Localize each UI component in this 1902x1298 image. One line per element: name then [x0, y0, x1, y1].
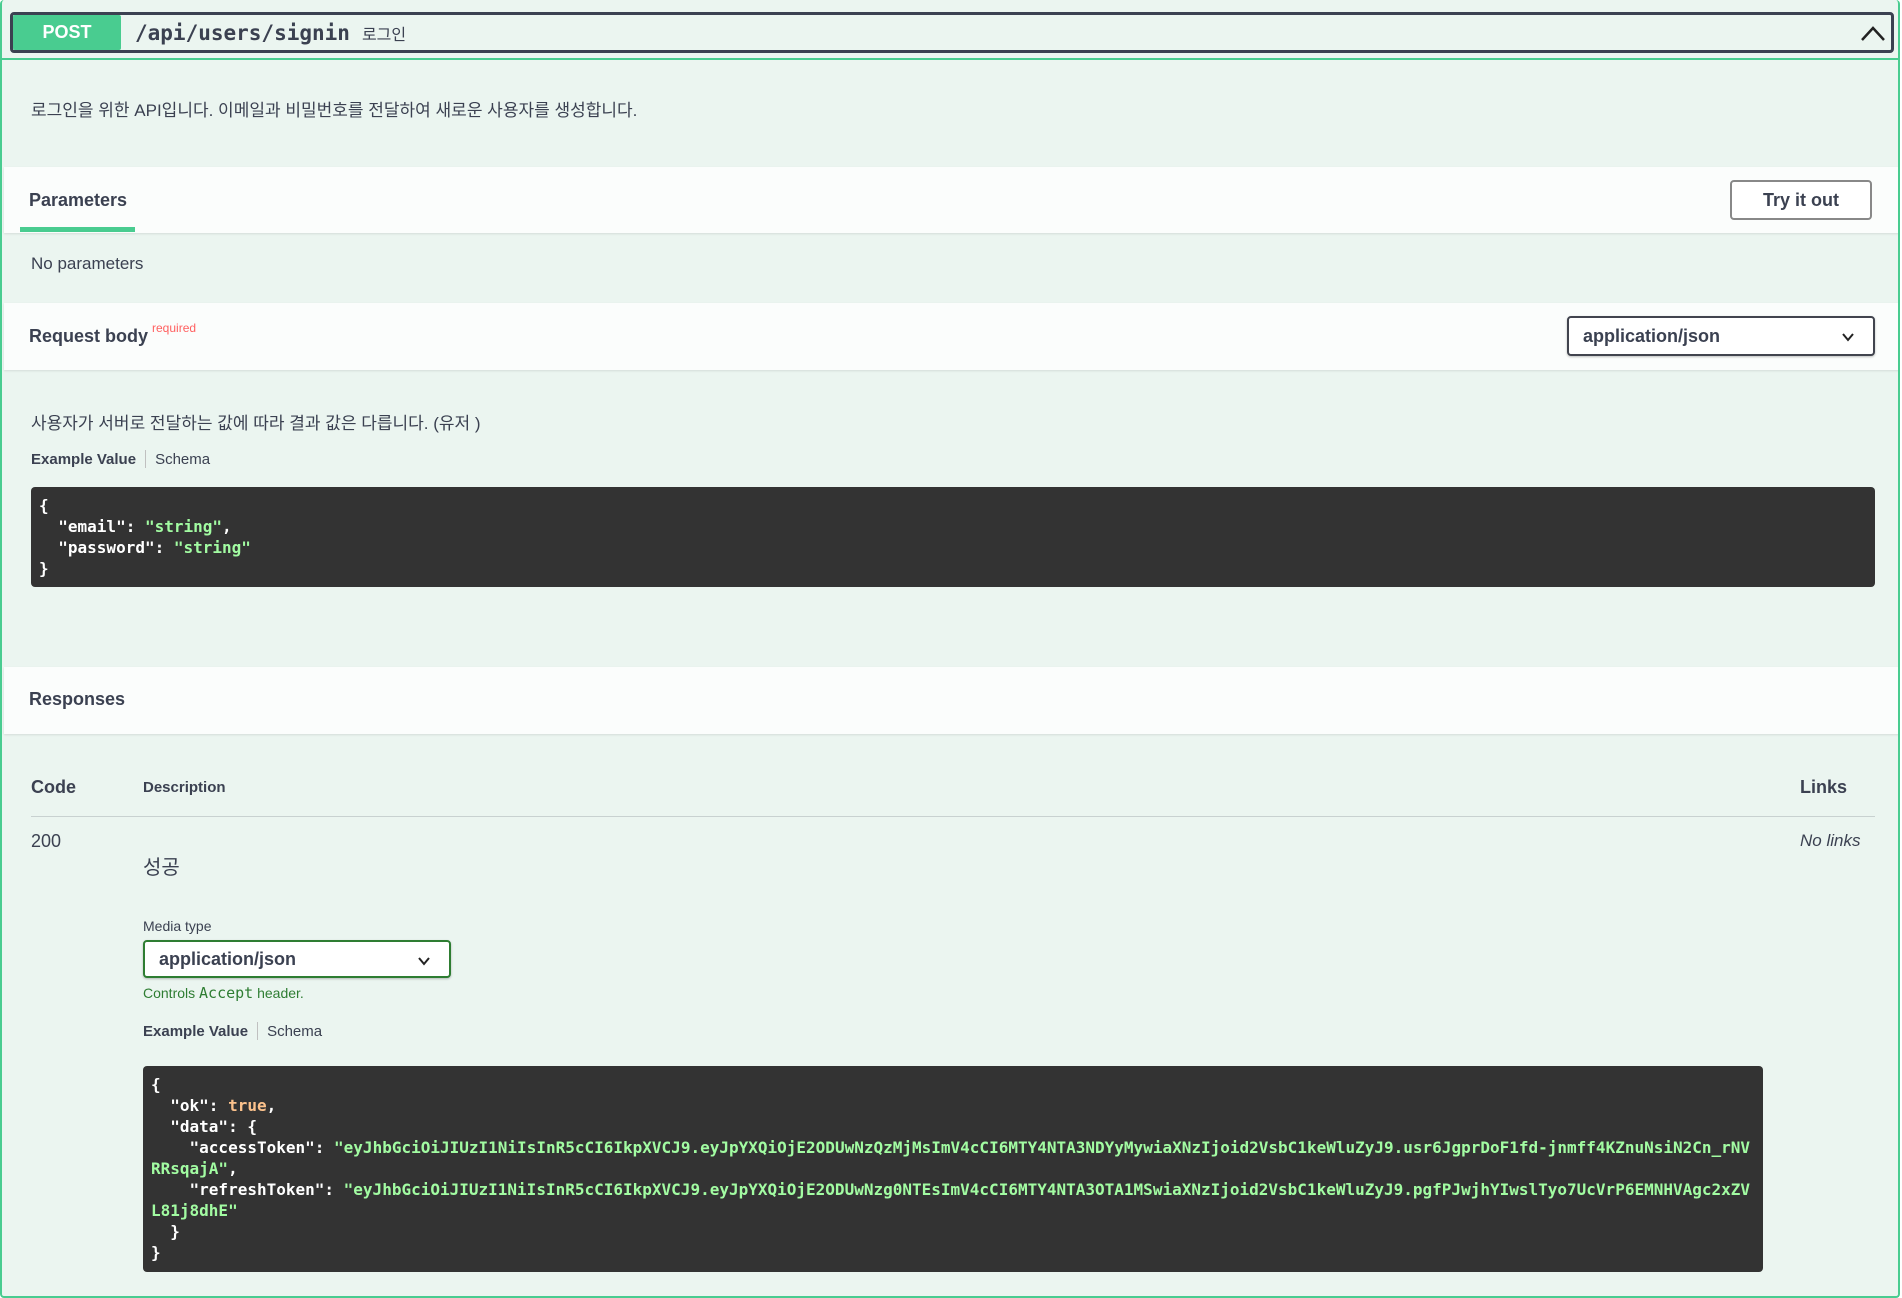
responses-header: [4, 667, 1898, 734]
col-code-header: Code: [31, 777, 76, 797]
response-example-tabs: Example Value Schema: [143, 1022, 322, 1040]
tab-example-value[interactable]: Example Value: [31, 451, 136, 468]
col-links-header: Links: [1800, 777, 1848, 797]
endpoint-summary: 로그인: [361, 26, 407, 44]
tab-separator: [257, 1022, 259, 1040]
response-example-code: { "ok": true, "data": { "accessToken": "…: [143, 1066, 1763, 1272]
http-method-badge: POST: [13, 15, 121, 50]
refresh-token-line: "refreshToken": "eyJhbGciOiJIUzI1NiIsInR…: [151, 1180, 1751, 1220]
tab-parameters[interactable]: Parameters: [29, 190, 127, 211]
summary-divider: [2, 58, 1898, 60]
tab-example-value[interactable]: Example Value: [143, 1023, 248, 1040]
parameters-header: [4, 167, 1898, 233]
operation-block-post-signin: POST /api/users/signin 로그인 로그인을 위한 API입니…: [0, 0, 1900, 1298]
endpoint-path: /api/users/signin: [135, 20, 350, 45]
response-description: 성공: [143, 857, 180, 879]
access-token-line: "accessToken": "eyJhbGciOiJIUzI1NiIsInR5…: [151, 1138, 1751, 1178]
responses-title: Responses: [29, 689, 126, 709]
controls-accept-note: Controls Accept header.: [143, 984, 304, 1002]
response-links: No links: [1800, 831, 1861, 850]
response-code: 200: [31, 831, 62, 851]
media-type-label: Media type: [143, 918, 212, 934]
table-header-divider: [31, 816, 1875, 817]
chevron-down-icon: [1842, 333, 1854, 342]
operation-summary[interactable]: POST /api/users/signin 로그인: [10, 12, 1894, 53]
response-media-type-value: application/json: [159, 948, 297, 969]
endpoint-description: 로그인을 위한 API입니다. 이메일과 비밀번호를 전달하여 새로운 사용자를…: [31, 101, 638, 120]
required-badge: required: [152, 321, 197, 335]
chevron-up-icon[interactable]: [1859, 23, 1887, 43]
request-example-tabs: Example Value Schema: [31, 450, 210, 468]
col-description-header: Description: [143, 779, 226, 796]
tab-active-indicator: [20, 227, 135, 232]
response-media-type-select[interactable]: application/json: [143, 940, 451, 978]
no-parameters-text: No parameters: [31, 254, 144, 273]
tab-separator: [145, 450, 147, 468]
try-it-out-button[interactable]: Try it out: [1730, 180, 1872, 220]
tab-schema[interactable]: Schema: [267, 1023, 322, 1040]
request-content-type-select[interactable]: application/json: [1567, 316, 1875, 356]
request-body-title: Request body required: [29, 321, 196, 347]
request-content-type-value: application/json: [1583, 325, 1721, 346]
request-body-label: Request body: [29, 326, 149, 346]
request-body-description: 사용자가 서버로 전달하는 값에 따라 결과 값은 다릅니다. (유저 ): [31, 414, 481, 433]
request-example-code: { "email": "string", "password": "string…: [31, 487, 1875, 587]
tab-schema[interactable]: Schema: [155, 451, 210, 468]
chevron-down-icon: [418, 957, 430, 966]
